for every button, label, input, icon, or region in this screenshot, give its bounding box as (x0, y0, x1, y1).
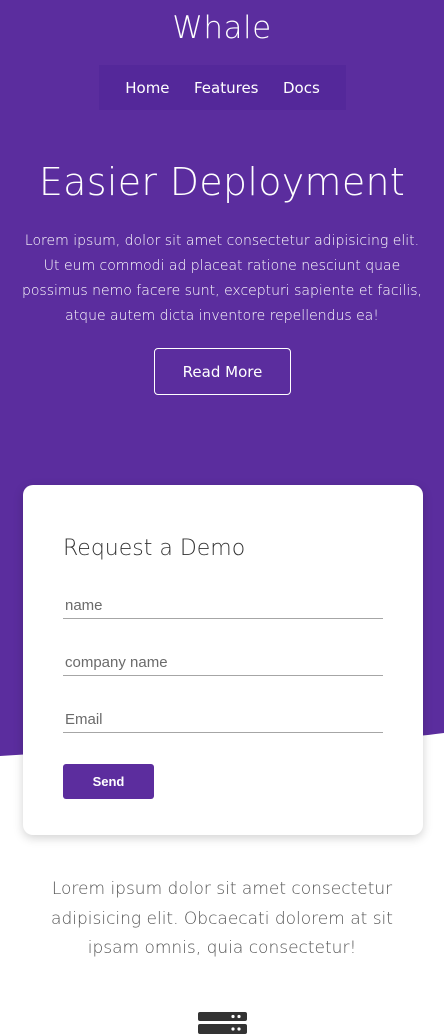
demo-form-title: Request a Demo (63, 536, 246, 561)
name-field[interactable] (63, 593, 383, 619)
page: Whale Home Features Docs Easier Deployme… (0, 0, 444, 1034)
brand-logo[interactable]: Whale (0, 10, 444, 46)
nav-features[interactable]: Features (194, 79, 259, 97)
features-description: Lorem ipsum dolor sit amet consectetur a… (51, 879, 393, 958)
nav-docs[interactable]: Docs (283, 79, 320, 97)
send-button[interactable]: Send (63, 764, 154, 799)
main-nav: Home Features Docs (99, 65, 346, 110)
server-icon (198, 1012, 247, 1034)
email-field[interactable] (63, 707, 383, 733)
read-more-button[interactable]: Read More (154, 348, 291, 395)
company-name-field[interactable] (63, 650, 383, 676)
nav-home[interactable]: Home (125, 79, 169, 97)
hero-title: Easier Deployment (38, 160, 406, 204)
hero-description: Lorem ipsum, dolor sit amet consectetur … (21, 233, 422, 324)
demo-request-card: Request a Demo Send (23, 485, 423, 835)
